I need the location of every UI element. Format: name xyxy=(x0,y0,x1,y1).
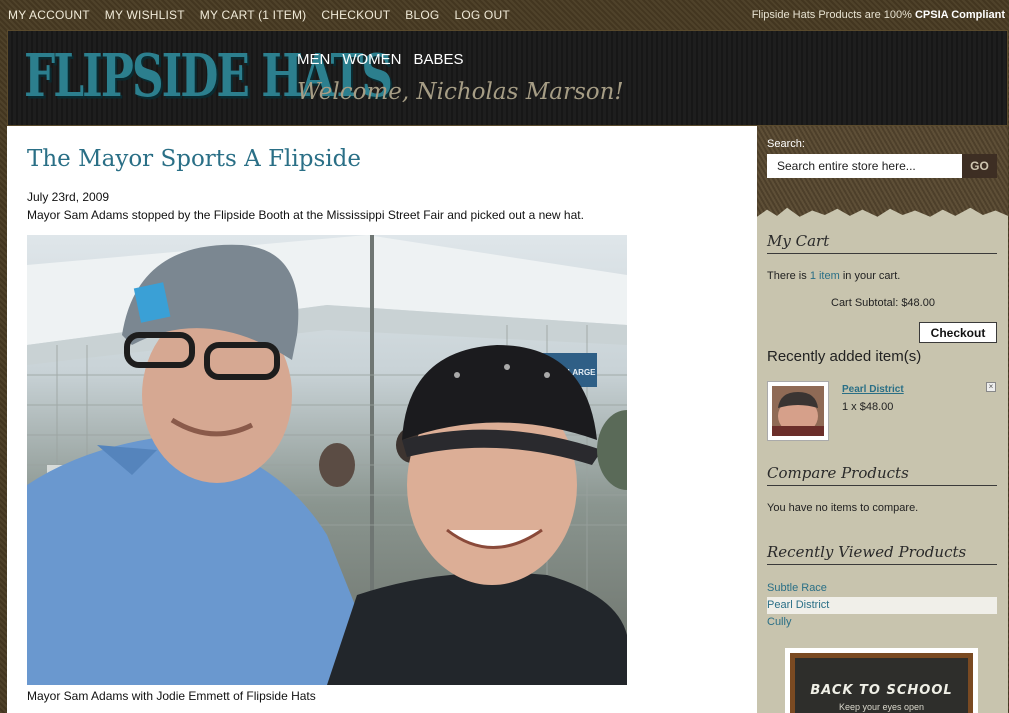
recent-product-qty: 1 x $48.00 xyxy=(842,401,894,413)
list-item[interactable]: Cully xyxy=(767,614,997,631)
product-thumbnail[interactable] xyxy=(767,381,829,441)
cart-item-count-link[interactable]: 1 item xyxy=(810,270,840,282)
recently-viewed-title: Recently Viewed Products xyxy=(767,543,997,565)
cart-text-after: in your cart. xyxy=(842,270,901,282)
post-date: July 23rd, 2009 xyxy=(27,190,110,204)
remove-item-icon[interactable]: × xyxy=(986,382,996,392)
recent-product-link[interactable]: Pearl District xyxy=(842,384,904,395)
site-header: FLIPSIDE HATS MEN WOMEN BABES Welcome, N… xyxy=(7,30,1008,126)
top-bar: MY ACCOUNT MY WISHLIST MY CART (1 ITEM) … xyxy=(0,0,1009,30)
cart-summary: There is 1 item in your cart. xyxy=(767,270,900,282)
account-nav: MY ACCOUNT MY WISHLIST MY CART (1 ITEM) … xyxy=(8,8,510,22)
my-cart-title: My Cart xyxy=(767,232,997,254)
nav-women[interactable]: WOMEN xyxy=(342,51,401,68)
post-intro: Mayor Sam Adams stopped by the Flipside … xyxy=(27,208,584,222)
my-wishlist-link[interactable]: MY WISHLIST xyxy=(105,8,185,22)
search-input[interactable] xyxy=(767,154,962,178)
cpsia-text: Flipside Hats Products are 100% xyxy=(751,9,912,21)
list-item[interactable]: Subtle Race xyxy=(767,580,997,597)
recent-product-cully[interactable]: Cully xyxy=(767,616,791,628)
cpsia-notice: Flipside Hats Products are 100% CPSIA Co… xyxy=(752,9,1005,21)
checkout-link[interactable]: CHECKOUT xyxy=(321,8,390,22)
main-content: The Mayor Sports A Flipside July 23rd, 2… xyxy=(7,126,757,713)
product-thumbnail-image xyxy=(772,386,824,436)
promo-title: BACK TO SCHOOL xyxy=(810,683,953,698)
sidebar-checkout-button[interactable]: Checkout xyxy=(919,322,997,343)
log-out-link[interactable]: LOG OUT xyxy=(454,8,509,22)
search-area: Search: GO xyxy=(757,126,1008,221)
post-photo: EXTRA LARGE xyxy=(27,235,627,685)
nav-men[interactable]: MEN xyxy=(297,51,330,68)
chalkboard: BACK TO SCHOOL Keep your eyes open xyxy=(790,653,973,713)
sidebar: Search: GO My Cart There is 1 item in yo… xyxy=(757,126,1008,713)
blog-link[interactable]: BLOG xyxy=(405,8,439,22)
recently-added-title: Recently added item(s) xyxy=(767,348,922,365)
promo-subtitle: Keep your eyes open xyxy=(838,702,925,712)
photo-caption: Mayor Sam Adams with Jodie Emmett of Fli… xyxy=(27,689,316,703)
my-account-link[interactable]: MY ACCOUNT xyxy=(8,8,90,22)
category-nav: MEN WOMEN BABES xyxy=(297,51,464,68)
back-to-school-banner[interactable]: BACK TO SCHOOL Keep your eyes open xyxy=(785,648,978,713)
photo-illustration: EXTRA LARGE xyxy=(27,235,627,685)
welcome-message: Welcome, Nicholas Marson! xyxy=(297,79,624,105)
my-cart-link[interactable]: MY CART (1 ITEM) xyxy=(200,8,307,22)
search-go-button[interactable]: GO xyxy=(962,154,997,178)
cart-text-before: There is xyxy=(767,270,807,282)
cart-subtotal: Cart Subtotal: $48.00 xyxy=(831,297,935,309)
recent-product-pearl-district[interactable]: Pearl District xyxy=(767,599,829,611)
recent-product-subtle-race[interactable]: Subtle Race xyxy=(767,582,827,594)
site-logo[interactable]: FLIPSIDE HATS xyxy=(24,28,393,125)
recently-viewed-list: Subtle Race Pearl District Cully xyxy=(767,580,997,631)
hat-photo-icon xyxy=(772,386,824,436)
post-title[interactable]: The Mayor Sports A Flipside xyxy=(27,146,361,172)
search-label: Search: xyxy=(767,138,805,150)
cpsia-compliant-text: CPSIA Compliant xyxy=(914,9,1005,21)
compare-empty-text: You have no items to compare. xyxy=(767,502,919,514)
nav-babes[interactable]: BABES xyxy=(414,51,464,68)
list-item[interactable]: Pearl District xyxy=(767,597,997,614)
compare-products-title: Compare Products xyxy=(767,464,997,486)
